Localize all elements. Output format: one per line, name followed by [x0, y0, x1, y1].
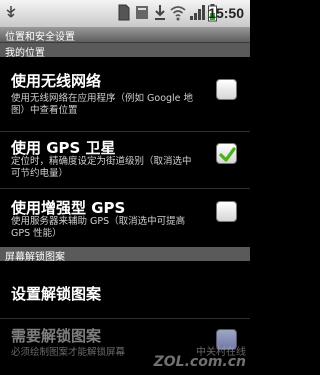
wireless-checkbox[interactable] — [216, 79, 237, 100]
setting-use-wireless-networks[interactable]: 使用无线网络 使用无线网络在应用程序（例如 Google 地图）中查看位置 — [0, 57, 250, 116]
wifi-icon — [170, 6, 186, 21]
setting-title: 使用无线网络 — [11, 72, 102, 90]
status-bar: 15:50 — [0, 0, 250, 27]
setting-summary: 使用无线网络在应用程序（例如 Google 地图）中查看位置 — [11, 93, 194, 116]
zol-watermark: 中关村在线 ZOL.com.cn — [154, 343, 246, 371]
setting-use-enhanced-gps[interactable]: 使用增强型 GPS 使用服务器来辅助 GPS（取消选中可提高 GPS 性能） — [0, 189, 250, 245]
section-header-my-location: 我的位置 — [0, 43, 250, 59]
enhanced-gps-checkbox[interactable] — [216, 201, 237, 222]
screen-title-bar: 位置和安全设置 — [0, 27, 250, 43]
checkmark-icon — [219, 147, 236, 162]
download-icon — [155, 5, 165, 20]
watermark-line2: ZOL.com.cn — [153, 354, 246, 370]
setting-summary: 使用服务器来辅助 GPS（取消选中可提高 GPS 性能） — [11, 216, 186, 239]
notification-icon — [136, 6, 148, 19]
setting-set-unlock-pattern[interactable]: 设置解锁图案 — [0, 261, 250, 316]
signal-icon — [190, 5, 205, 20]
setting-title: 设置解锁图案 — [11, 285, 102, 303]
setting-summary: 定位时，精确度设定为街道级别（取消选中可节约电量） — [11, 156, 192, 179]
usb-icon — [6, 6, 16, 18]
section-header-screen-unlock: 屏幕解锁图案 — [0, 247, 250, 263]
setting-title: 需要解锁图案 — [11, 327, 102, 345]
screen-title: 位置和安全设置 — [5, 32, 75, 43]
setting-use-gps-satellites[interactable]: 使用 GPS 卫星 定位时，精确度设定为街道级别（取消选中可节约电量） — [0, 132, 250, 187]
setting-title: 使用 GPS 卫星 — [11, 139, 116, 157]
gps-checkbox[interactable] — [216, 143, 237, 164]
sd-card-icon — [118, 4, 130, 21]
status-time: 15:50 — [208, 5, 244, 21]
setting-title: 使用增强型 GPS — [11, 199, 126, 217]
